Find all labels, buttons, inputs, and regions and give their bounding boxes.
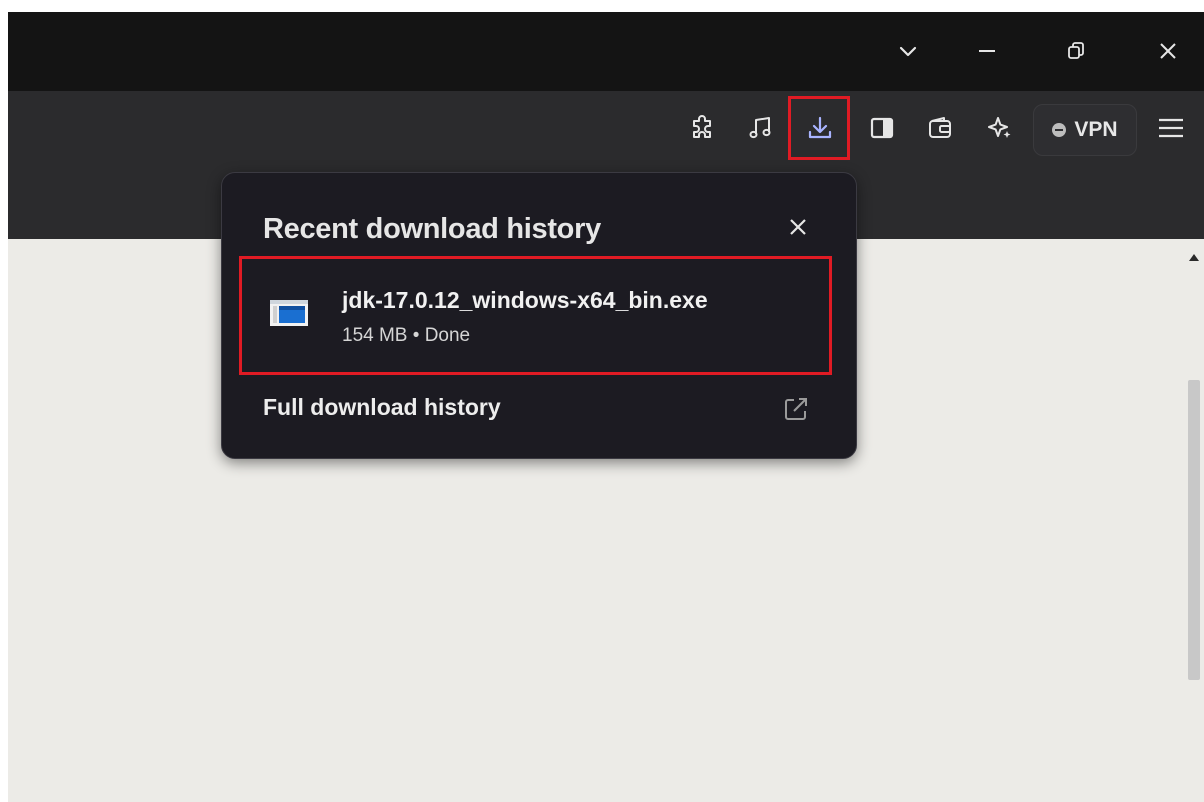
music-icon	[749, 117, 771, 139]
sidebar-button[interactable]	[865, 111, 899, 145]
exe-file-icon	[270, 300, 308, 326]
menu-icon	[1159, 118, 1183, 138]
external-link-icon	[785, 398, 807, 420]
minimize-icon	[979, 50, 995, 52]
extensions-button[interactable]	[686, 111, 720, 145]
vpn-label: VPN	[1074, 118, 1118, 141]
popup-title: Recent download history	[263, 213, 601, 245]
download-item[interactable]: jdk-17.0.12_windows-x64_bin.exe 154 MB •…	[239, 256, 832, 375]
close-icon	[1160, 43, 1176, 59]
minimize-button[interactable]	[970, 34, 1004, 68]
restore-button[interactable]	[1059, 34, 1093, 68]
downloads-highlight	[788, 96, 850, 160]
extensions-icon	[693, 115, 711, 138]
close-icon	[790, 219, 806, 235]
download-file-name: jdk-17.0.12_windows-x64_bin.exe	[342, 287, 708, 313]
wallet-button[interactable]	[923, 111, 957, 145]
full-download-history-link[interactable]: Full download history	[263, 394, 501, 421]
vertical-scrollbar[interactable]	[1184, 239, 1204, 802]
popup-close-button[interactable]	[782, 211, 814, 243]
scroll-thumb[interactable]	[1188, 380, 1200, 680]
scroll-up-icon[interactable]	[1189, 254, 1199, 261]
vpn-status-icon	[1052, 123, 1067, 137]
aria-button[interactable]	[983, 111, 1017, 145]
wallet-icon	[929, 117, 951, 138]
tab-list-button[interactable]	[891, 34, 925, 68]
close-window-button[interactable]	[1151, 34, 1185, 68]
main-menu-button[interactable]	[1154, 111, 1188, 145]
media-button[interactable]	[744, 111, 778, 145]
title-bar	[8, 12, 1204, 91]
open-downloads-page-button[interactable]	[780, 393, 812, 425]
downloads-popup: Recent download history jdk-17.0.12_wind…	[221, 172, 857, 459]
download-file-meta: 154 MB • Done	[342, 325, 471, 346]
browser-window: VPN Recent download history jdk-17.0.12_…	[8, 12, 1204, 802]
restore-icon	[1068, 42, 1084, 59]
chevron-down-icon	[899, 46, 917, 57]
aria-icon	[988, 117, 1011, 138]
sidebar-icon	[870, 117, 894, 139]
toolbar: VPN	[8, 91, 1204, 168]
vpn-button[interactable]: VPN	[1033, 104, 1137, 156]
